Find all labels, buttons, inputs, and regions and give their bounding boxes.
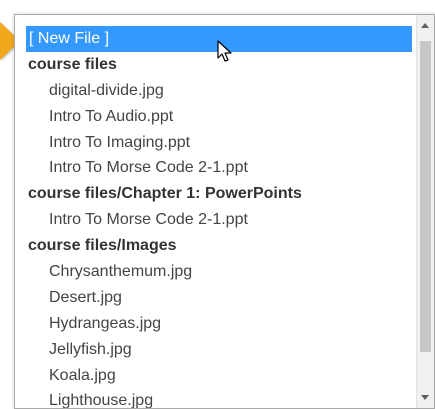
- list-item[interactable]: Intro To Morse Code 2-1.ppt: [26, 155, 412, 181]
- group-header-chapter-1-powerpoints: course files/Chapter 1: PowerPoints: [28, 185, 302, 203]
- list-item[interactable]: digital-divide.jpg: [26, 78, 412, 104]
- scroll-up-icon[interactable]: [421, 23, 429, 28]
- list-item[interactable]: Lighthouse.jpg: [26, 388, 412, 408]
- file-listbox[interactable]: [ New File ] course files digital-divide…: [14, 14, 435, 409]
- list-item[interactable]: Intro To Morse Code 2-1.ppt: [26, 207, 412, 233]
- file-list: [ New File ] course files digital-divide…: [26, 26, 412, 408]
- list-item[interactable]: Hydrangeas.jpg: [26, 311, 412, 337]
- mouse-cursor-icon: [217, 40, 232, 62]
- list-item[interactable]: Koala.jpg: [26, 363, 412, 389]
- scroll-down-icon[interactable]: [421, 395, 429, 400]
- list-item[interactable]: Intro To Audio.ppt: [26, 104, 412, 130]
- scrollbar-thumb[interactable]: [420, 41, 431, 352]
- list-item[interactable]: Chrysanthemum.jpg: [26, 259, 412, 285]
- list-item[interactable]: Intro To Imaging.ppt: [26, 130, 412, 156]
- vertical-scrollbar[interactable]: [416, 15, 434, 408]
- list-item[interactable]: Desert.jpg: [26, 285, 412, 311]
- list-item[interactable]: Jellyfish.jpg: [26, 337, 412, 363]
- group-header-course-files-images: course files/Images: [28, 237, 177, 255]
